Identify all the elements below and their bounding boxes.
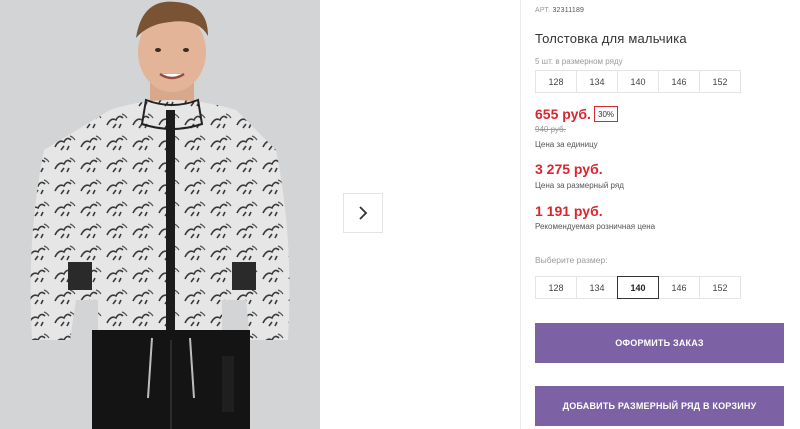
retail-price-label: Рекомендуемая розничная цена [535, 222, 656, 231]
article-number: АРТ. 32311189 [535, 7, 584, 14]
panel-divider [520, 0, 521, 429]
pack-size-cell: 140 [617, 70, 659, 93]
retail-price: 1 191 руб. [535, 203, 603, 219]
article-value: 32311189 [552, 7, 585, 14]
size-option-140-selected[interactable]: 140 [617, 276, 659, 299]
choose-size-label: Выберите размер: [535, 255, 608, 265]
chevron-right-icon [359, 206, 368, 220]
size-option-134[interactable]: 134 [576, 276, 618, 299]
pack-price-label: Цена за размерный ряд [535, 181, 624, 190]
size-selector: 128 134 140 146 152 [535, 276, 741, 299]
product-photo [0, 0, 320, 429]
size-option-128[interactable]: 128 [535, 276, 577, 299]
product-title: Толстовка для мальчика [535, 31, 687, 46]
pack-info: 5 шт. в размерном ряду [535, 57, 623, 66]
size-option-146[interactable]: 146 [658, 276, 700, 299]
size-option-152[interactable]: 152 [699, 276, 741, 299]
unit-price-label: Цена за единицу [535, 140, 598, 149]
discount-badge: 30% [594, 106, 619, 122]
pack-size-cell: 134 [576, 70, 618, 93]
pack-size-cell: 146 [658, 70, 700, 93]
pack-size-cell: 128 [535, 70, 577, 93]
next-image-button[interactable] [343, 193, 383, 233]
pack-price: 3 275 руб. [535, 161, 603, 177]
add-to-cart-button[interactable]: ДОБАВИТЬ РАЗМЕРНЫЙ РЯД В КОРЗИНУ [535, 386, 784, 426]
unit-price: 655 руб. [535, 106, 591, 122]
article-label: АРТ. [535, 7, 551, 14]
product-gallery [0, 0, 520, 429]
pack-size-row: 128 134 140 146 152 [535, 70, 741, 93]
order-button[interactable]: ОФОРМИТЬ ЗАКАЗ [535, 323, 784, 363]
old-price: 940 руб. [535, 125, 566, 134]
pack-size-cell: 152 [699, 70, 741, 93]
